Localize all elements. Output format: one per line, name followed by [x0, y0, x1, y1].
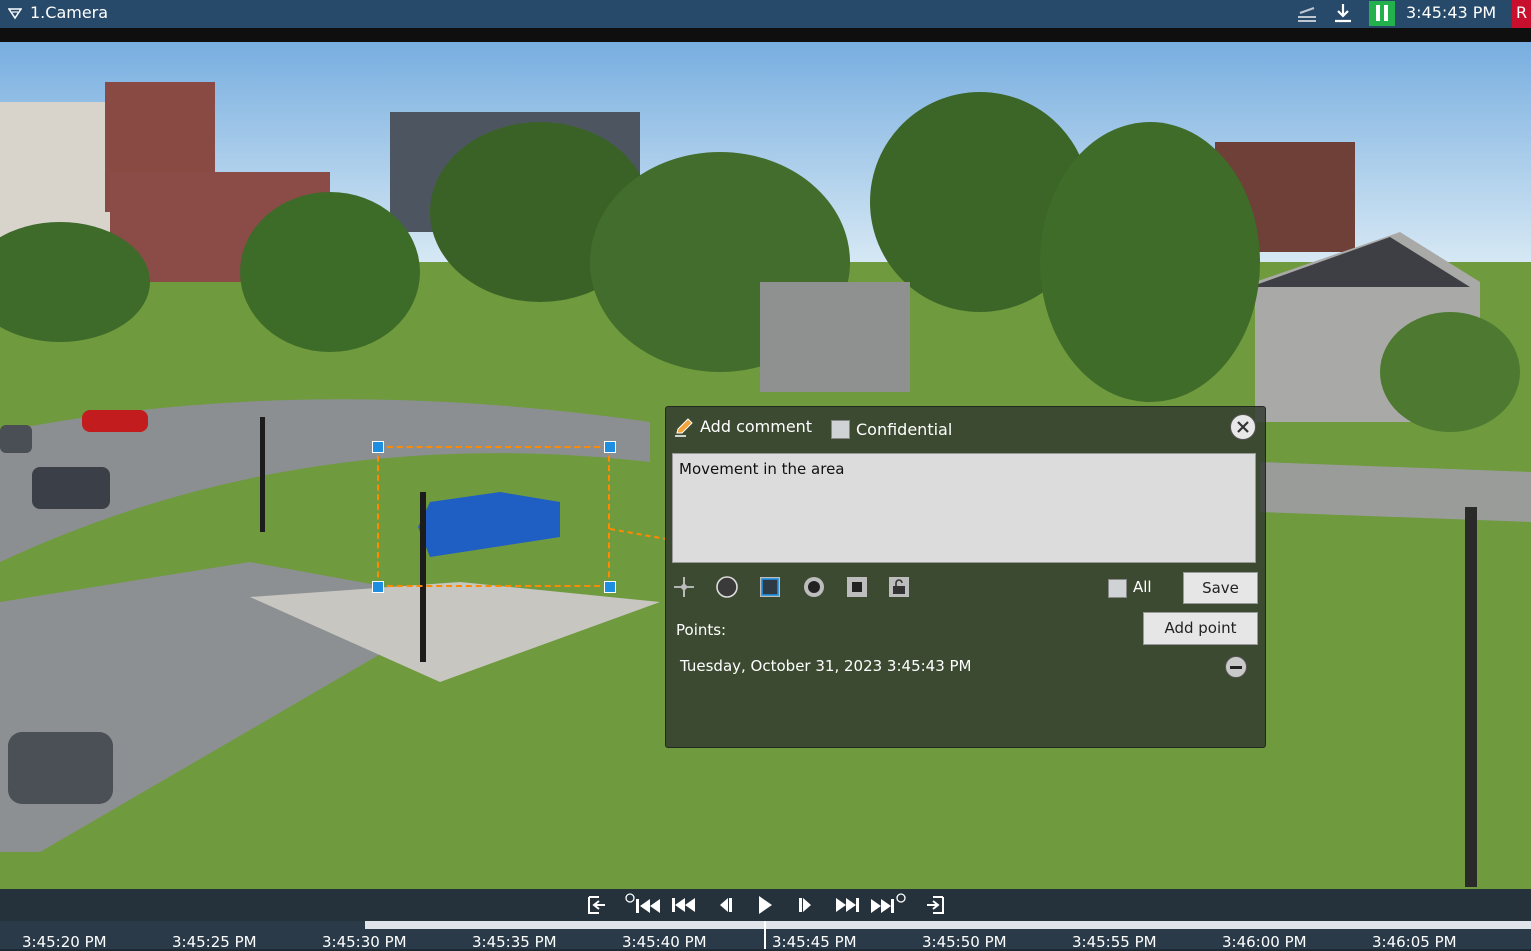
rewind-icon[interactable]: [670, 893, 698, 917]
current-time: 3:45:43 PM: [1406, 3, 1497, 22]
timeline-tick: 3:46:00 PM: [1222, 933, 1307, 951]
timeline-tick: 3:45:30 PM: [322, 933, 407, 951]
save-button[interactable]: Save: [1183, 572, 1258, 604]
layers-icon[interactable]: [1296, 2, 1318, 28]
confidential-label: Confidential: [856, 420, 953, 439]
resize-handle-top-right[interactable]: [604, 441, 616, 453]
timeline-tick: 3:45:25 PM: [172, 933, 257, 951]
video-top-border: [0, 28, 1531, 42]
square-outline-icon[interactable]: [759, 576, 781, 598]
circle-outline-icon[interactable]: [716, 576, 738, 598]
timeline-tick: 3:45:55 PM: [1072, 933, 1157, 951]
menu-triangle-icon[interactable]: [7, 6, 23, 25]
all-checkbox[interactable]: [1108, 579, 1127, 598]
timeline-tick: 3:45:40 PM: [622, 933, 707, 951]
prev-event-icon[interactable]: [624, 893, 664, 917]
playback-controls: [0, 889, 1531, 921]
go-end-icon[interactable]: [923, 893, 947, 917]
timeline-tick: 3:46:05 PM: [1372, 933, 1457, 951]
timeline-tick: 3:45:45 PM: [772, 933, 857, 951]
remove-point-icon[interactable]: [1225, 656, 1247, 678]
square-filled-icon[interactable]: [846, 576, 868, 598]
timeline-tick: 3:45:35 PM: [472, 933, 557, 951]
add-point-button[interactable]: Add point: [1143, 612, 1258, 645]
confidential-checkbox[interactable]: [831, 420, 850, 439]
timeline-tick: 3:45:20 PM: [22, 933, 107, 951]
crosshair-icon[interactable]: [673, 576, 695, 598]
pencil-icon: [674, 417, 694, 441]
circle-filled-icon[interactable]: [803, 576, 825, 598]
record-badge: R: [1512, 0, 1531, 28]
timeline[interactable]: 3:45:20 PM 3:45:25 PM 3:45:30 PM 3:45:35…: [0, 921, 1531, 951]
points-label: Points:: [676, 621, 727, 639]
lock-icon[interactable]: [888, 576, 910, 598]
selection-connector-line: [610, 528, 667, 540]
camera-name: 1.Camera: [30, 3, 109, 22]
timeline-cursor[interactable]: [764, 921, 766, 949]
go-start-icon[interactable]: [585, 893, 609, 917]
step-forward-icon[interactable]: [795, 893, 819, 917]
point-timestamp: Tuesday, October 31, 2023 3:45:43 PM: [680, 657, 972, 675]
add-comment-panel: Add comment Confidential Movement in the…: [665, 406, 1266, 748]
resize-handle-top-left[interactable]: [372, 441, 384, 453]
selection-rectangle[interactable]: [377, 446, 610, 587]
timeline-tick: 3:45:50 PM: [922, 933, 1007, 951]
next-event-icon[interactable]: [868, 893, 908, 917]
pause-icon[interactable]: [1369, 0, 1395, 30]
resize-handle-bottom-left[interactable]: [372, 581, 384, 593]
fast-forward-icon[interactable]: [833, 893, 861, 917]
resize-handle-bottom-right[interactable]: [604, 581, 616, 593]
add-comment-title: Add comment: [700, 417, 813, 436]
play-icon[interactable]: [753, 893, 777, 917]
all-label: All: [1133, 578, 1152, 596]
comment-textarea[interactable]: Movement in the area: [672, 453, 1256, 563]
timeline-buffer-bar: [365, 921, 1531, 929]
download-icon[interactable]: [1332, 2, 1354, 28]
camera-header: 1.Camera 3:45:43 PM R: [0, 0, 1531, 28]
step-back-icon[interactable]: [712, 893, 736, 917]
close-icon[interactable]: [1230, 414, 1256, 440]
